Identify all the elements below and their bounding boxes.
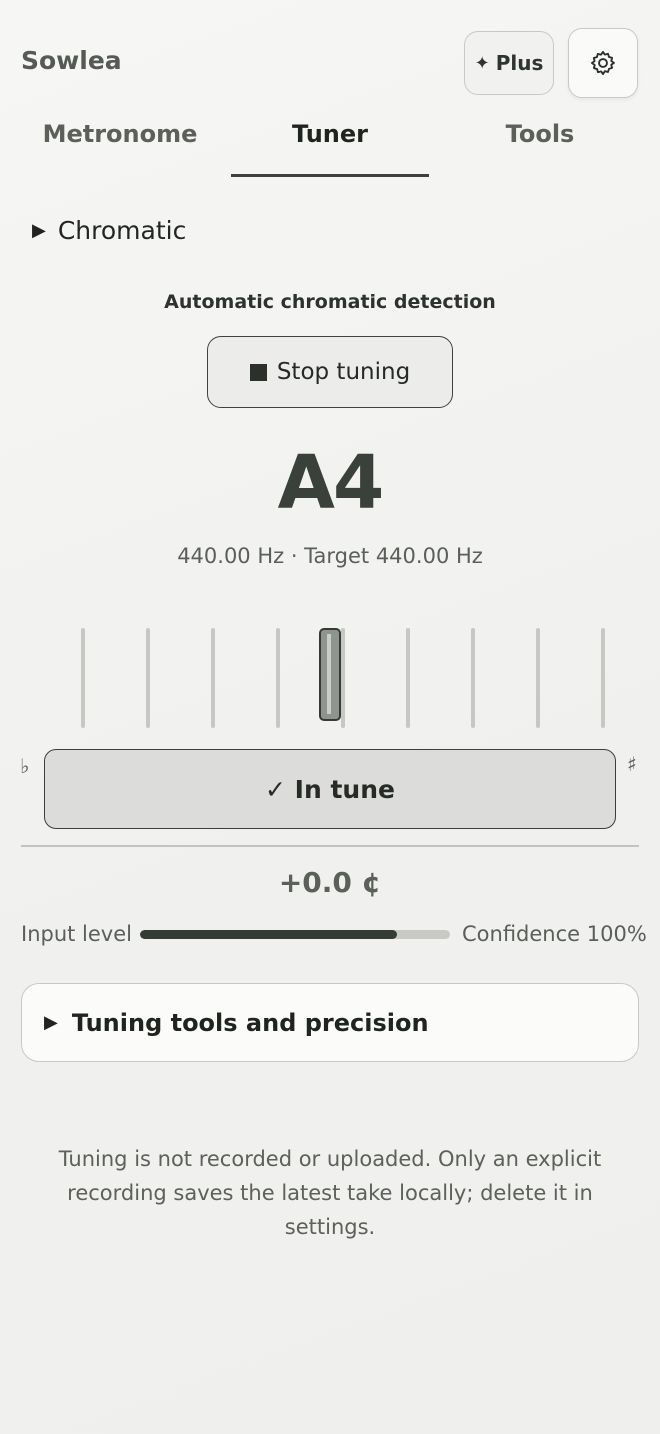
divider [21,845,639,847]
meter-needle [319,628,341,721]
meter-tick [536,628,540,728]
settings-button[interactable] [568,28,638,98]
privacy-note: Tuning is not recorded or uploaded. Only… [58,1147,602,1239]
active-tab-indicator [231,174,429,177]
meter-tick [276,628,280,728]
input-level-label: Input level [21,922,132,946]
cents-readout: +0.0 ¢ [278,866,382,899]
tuning-tools-disclosure[interactable]: ▶ Tuning tools and precision [21,983,639,1062]
app-root: Sowlea ✦ Plus Metronome Tuner Tools ▶ Ch… [0,0,660,1434]
detected-note: A4 [277,440,385,526]
flat-symbol: ♭ [20,754,30,778]
sparkle-icon: ✦ [474,52,490,74]
frequency-readout: 440.00 Hz · Target 440.00 Hz [177,544,483,568]
detection-mode-label: Automatic chromatic detection [164,291,496,313]
tab-metronome[interactable]: Metronome [21,120,219,160]
tuning-status: ✓ In tune [44,749,616,829]
input-level-meter [140,930,450,939]
disclosure-triangle-icon: ▶ [32,220,46,241]
meter-tick [146,628,150,728]
brand-title: Sowlea [21,46,122,75]
meter-tick [81,628,85,728]
meter-tick [471,628,475,728]
stop-tuning-button[interactable]: Stop tuning [207,336,453,408]
plus-label: Plus [495,51,544,75]
chromatic-label: Chromatic [57,216,187,245]
plus-button[interactable]: ✦ Plus [464,31,554,95]
tuning-tools-label: Tuning tools and precision [71,1008,429,1037]
sharp-symbol: ♯ [627,752,637,776]
gear-icon [590,50,615,76]
meter-tick [341,628,345,728]
confidence-readout: Confidence 100% [462,922,647,946]
stop-tuning-label: Stop tuning [276,359,411,385]
input-level-fill [140,930,398,939]
stop-icon [249,363,267,381]
tab-tuner[interactable]: Tuner [231,120,429,160]
tab-tools[interactable]: Tools [441,120,639,160]
meter-tick [211,628,215,728]
chromatic-mode-toggle[interactable]: ▶ Chromatic [32,216,186,245]
disclosure-triangle-icon: ▶ [44,1012,58,1033]
meter-tick [406,628,410,728]
meter-tick [601,628,605,728]
